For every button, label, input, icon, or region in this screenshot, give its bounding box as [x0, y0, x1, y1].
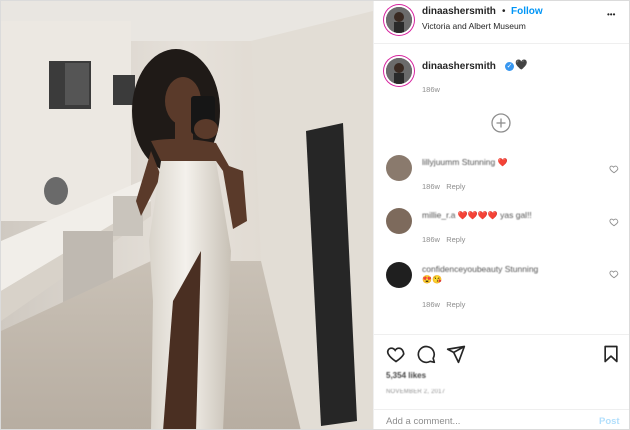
instagram-post: dinaashersmith • Follow Victoria and Alb…: [0, 0, 630, 430]
comment-text: Stunning: [461, 157, 496, 167]
caption-username[interactable]: dinaashersmith: [422, 61, 496, 72]
comment-item: confidenceyoubeauty Stunning 😍😘 186w Rep…: [386, 262, 626, 312]
post-header: dinaashersmith • Follow Victoria and Alb…: [374, 1, 629, 44]
like-heart-icon[interactable]: [386, 344, 406, 364]
follow-button[interactable]: Follow: [511, 6, 543, 17]
comment-body: millie_r.a ❤️❤️❤️❤️ yas gal!!: [422, 210, 602, 220]
plus-circle-icon: [491, 113, 511, 133]
author-avatar[interactable]: [386, 7, 412, 33]
comment-time: 186w: [422, 182, 440, 191]
comment-meta: 186w Reply: [422, 235, 465, 244]
comment-body: confidenceyoubeauty Stunning 😍😘: [422, 264, 602, 284]
post-comment-button[interactable]: Post: [599, 416, 620, 427]
comment-meta: 186w Reply: [422, 182, 465, 191]
add-comment-input[interactable]: Add a comment...: [386, 416, 460, 427]
commenter-username[interactable]: millie_r.a: [422, 210, 456, 220]
caption-avatar[interactable]: [386, 58, 412, 84]
location-link[interactable]: Victoria and Albert Museum: [422, 21, 526, 31]
commenter-username[interactable]: confidenceyoubeauty: [422, 264, 502, 274]
likes-count[interactable]: 5,354 likes: [386, 371, 426, 380]
add-comment-bar: Add a comment... Post: [374, 409, 629, 429]
like-comment-heart-icon[interactable]: [609, 217, 619, 227]
comment-emoji: 😍😘: [422, 275, 442, 284]
commenter-username[interactable]: lillyjuumm: [422, 157, 459, 167]
commenter-avatar[interactable]: [386, 155, 412, 181]
commenter-avatar[interactable]: [386, 262, 412, 288]
caption-time: 186w: [422, 85, 440, 94]
like-comment-heart-icon[interactable]: [609, 269, 619, 279]
reply-button[interactable]: Reply: [446, 300, 465, 309]
reply-button[interactable]: Reply: [446, 182, 465, 191]
comment-time: 186w: [422, 235, 440, 244]
dot-separator: •: [502, 6, 506, 17]
author-username[interactable]: dinaashersmith: [422, 6, 496, 17]
comment-item: lillyjuumm Stunning ❤️ 186w Reply: [386, 155, 626, 195]
verified-badge-icon: ✓: [505, 62, 514, 71]
reply-button[interactable]: Reply: [446, 235, 465, 244]
mirror-selfie-image: [1, 1, 373, 429]
comment-bubble-icon[interactable]: [416, 344, 436, 364]
comment-item: millie_r.a ❤️❤️❤️❤️ yas gal!! 186w Reply: [386, 208, 626, 248]
like-comment-heart-icon[interactable]: [609, 164, 619, 174]
comment-text: Stunning: [504, 264, 539, 274]
more-options-icon[interactable]: •••: [607, 10, 615, 19]
comment-emoji: ❤️❤️❤️❤️: [457, 211, 498, 220]
post-sidebar: dinaashersmith • Follow Victoria and Alb…: [373, 1, 629, 429]
comment-text: yas gal!!: [500, 210, 532, 220]
commenter-avatar[interactable]: [386, 208, 412, 234]
post-date: NOVEMBER 2, 2017: [386, 389, 446, 395]
post-photo[interactable]: [1, 1, 373, 429]
comment-meta: 186w Reply: [422, 300, 465, 309]
comment-emoji: ❤️: [497, 158, 508, 167]
comment-body: lillyjuumm Stunning ❤️: [422, 157, 602, 167]
load-more-comments-button[interactable]: [491, 113, 511, 133]
share-paper-plane-icon[interactable]: [446, 344, 466, 364]
caption-text: 🖤: [515, 60, 528, 71]
save-bookmark-icon[interactable]: [601, 344, 621, 364]
comment-time: 186w: [422, 300, 440, 309]
